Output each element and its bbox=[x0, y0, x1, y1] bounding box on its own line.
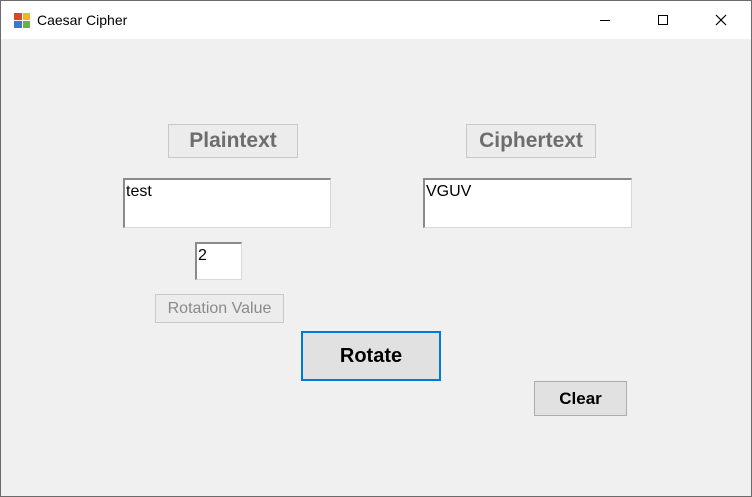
minimize-button[interactable] bbox=[576, 1, 634, 39]
rotation-value-label: Rotation Value bbox=[155, 294, 284, 323]
winforms-app-icon bbox=[13, 11, 31, 29]
close-icon bbox=[715, 14, 727, 26]
clear-button[interactable]: Clear bbox=[534, 381, 627, 416]
minimize-icon bbox=[600, 20, 610, 21]
close-button[interactable] bbox=[692, 1, 750, 39]
ciphertext-output[interactable]: VGUV bbox=[423, 178, 632, 228]
ciphertext-label: Ciphertext bbox=[466, 124, 596, 158]
plaintext-label: Plaintext bbox=[168, 124, 298, 158]
plaintext-input[interactable]: test bbox=[123, 178, 331, 228]
maximize-icon bbox=[658, 15, 668, 25]
app-window: Caesar Cipher Plaintext Ciphertext test … bbox=[0, 0, 752, 497]
window-title: Caesar Cipher bbox=[37, 12, 128, 28]
rotate-button[interactable]: Rotate bbox=[301, 331, 441, 381]
title-bar[interactable]: Caesar Cipher bbox=[1, 1, 751, 39]
rotation-value-input[interactable]: 2 bbox=[195, 242, 242, 280]
maximize-button[interactable] bbox=[634, 1, 692, 39]
